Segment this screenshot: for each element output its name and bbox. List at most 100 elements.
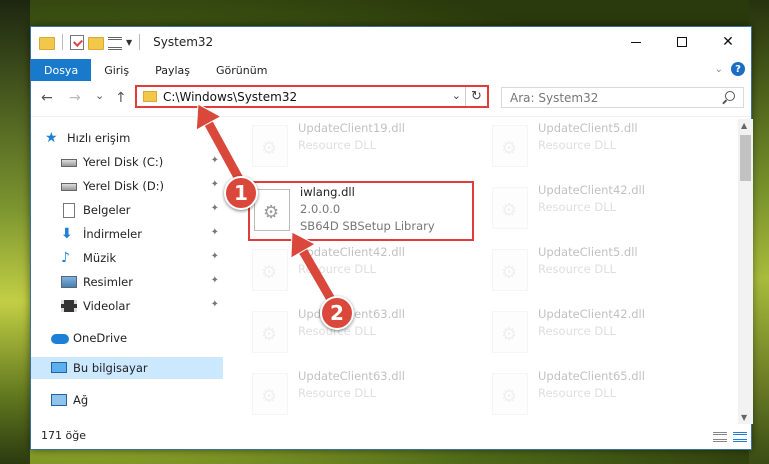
title-bar: ▼ System32 ✕ (31, 27, 751, 59)
sidebar-item-quick-access[interactable]: ★ Hızlı erişim (31, 127, 223, 149)
dll-file-icon (492, 125, 528, 167)
sidebar-item-label: Müzik (83, 251, 117, 265)
file-tile[interactable]: UpdateClient63.dll Resource DLL (248, 305, 476, 363)
tab-dosya[interactable]: Dosya (31, 59, 92, 81)
pictures-icon (61, 275, 77, 289)
toolbar-separator (139, 34, 141, 50)
customize-toolbar-chevron-icon[interactable]: ▼ (126, 38, 132, 47)
maximize-button[interactable] (659, 27, 705, 57)
tab-giris[interactable]: Giriş (91, 59, 142, 81)
forward-button[interactable]: → (69, 90, 81, 106)
file-type: Resource DLL (538, 138, 617, 152)
search-icon[interactable] (725, 91, 735, 101)
file-type: Resource DLL (298, 386, 377, 400)
file-name: iwlang.dll (300, 185, 355, 199)
refresh-icon: ↻ (471, 89, 482, 104)
dll-file-icon (252, 125, 288, 167)
pin-icon: ✦ (210, 227, 219, 238)
toolbar-separator (62, 34, 63, 50)
sidebar-item-label: Yerel Disk (C:) (83, 155, 164, 169)
ribbon-right-controls: ⌄ ? (715, 62, 745, 76)
pin-icon: ✦ (210, 299, 219, 310)
file-description: SB64D SBSetup Library (300, 219, 435, 233)
file-type: Resource DLL (298, 262, 377, 276)
sidebar-item-label: Ağ (73, 393, 89, 407)
file-type: Resource DLL (538, 386, 617, 400)
file-tile-highlighted[interactable]: iwlang.dll 2.0.0.0 SB64D SBSetup Library (248, 181, 474, 241)
sidebar-item-label: OneDrive (73, 331, 128, 345)
address-dropdown-chevron-icon[interactable]: ⌄ (452, 89, 461, 102)
file-type: Resource DLL (538, 262, 617, 276)
sidebar-item-pictures[interactable]: Resimler ✦ (31, 271, 223, 293)
document-icon (61, 203, 77, 218)
view-icon[interactable] (108, 36, 122, 50)
sidebar-item-network[interactable]: Ağ (31, 389, 223, 411)
sidebar-item-label: İndirmeler (83, 227, 142, 241)
sidebar-item-local-disk-c[interactable]: Yerel Disk (C:) ✦ (31, 151, 223, 173)
drive-icon (61, 155, 77, 169)
sidebar-item-local-disk-d[interactable]: Yerel Disk (D:) ✦ (31, 175, 223, 197)
file-tile[interactable]: UpdateClient5.dll Resource DLL (488, 243, 716, 301)
back-button[interactable]: ← (41, 90, 53, 106)
address-bar[interactable]: C:\Windows\System32 ⌄ ↻ (135, 85, 489, 108)
dll-file-icon (254, 189, 290, 231)
recent-locations-chevron-icon[interactable]: ⌄ (95, 89, 104, 102)
file-tile[interactable]: UpdateClient42.dll Resource DLL (488, 181, 716, 239)
pin-icon: ✦ (210, 275, 219, 286)
tab-paylas[interactable]: Paylaş (142, 59, 203, 81)
desktop-wallpaper-left (0, 0, 30, 464)
file-name: UpdateClient5.dll (538, 245, 638, 259)
video-icon (61, 299, 77, 313)
file-name: UpdateClient63.dll (298, 369, 405, 383)
refresh-button[interactable]: ↻ (465, 87, 487, 106)
pin-icon: ✦ (210, 155, 219, 166)
minimize-button[interactable] (613, 27, 659, 57)
sidebar-item-label: Yerel Disk (D:) (83, 179, 165, 193)
sidebar-item-music[interactable]: ♪ Müzik ✦ (31, 247, 223, 269)
file-version: 2.0.0.0 (300, 202, 341, 216)
tab-gorunum[interactable]: Görünüm (203, 59, 280, 81)
folder-icon (143, 91, 157, 102)
maximize-icon (677, 37, 687, 47)
file-tile[interactable]: UpdateClient5.dll Resource DLL (488, 119, 716, 177)
sidebar-item-this-pc[interactable]: Bu bilgisayar (31, 357, 223, 379)
file-name: UpdateClient42.dll (298, 245, 405, 259)
search-box[interactable] (501, 87, 744, 108)
tiles-view-icon[interactable] (733, 432, 747, 442)
file-tile[interactable]: UpdateClient19.dll Resource DLL (248, 119, 476, 177)
scroll-down-icon[interactable]: ▼ (741, 413, 747, 422)
help-icon[interactable]: ? (731, 62, 745, 76)
file-tile[interactable]: UpdateClient42.dll Resource DLL (248, 243, 476, 301)
expand-ribbon-chevron-icon[interactable]: ⌄ (715, 64, 723, 75)
search-input[interactable] (502, 88, 702, 107)
file-name: UpdateClient19.dll (298, 121, 405, 135)
scrollbar-thumb[interactable] (740, 135, 751, 181)
star-icon: ★ (45, 130, 58, 146)
details-view-icon[interactable] (713, 432, 727, 442)
scroll-up-icon[interactable]: ▲ (741, 121, 747, 130)
vertical-scrollbar[interactable]: ▲ ▼ (738, 119, 753, 424)
window-controls: ✕ (613, 27, 751, 57)
sidebar-item-label: Videolar (83, 299, 131, 313)
properties-icon[interactable] (70, 34, 84, 50)
file-type: Resource DLL (538, 200, 617, 214)
sidebar-item-videos[interactable]: Videolar ✦ (31, 295, 223, 317)
up-button[interactable]: ↑ (115, 90, 127, 106)
quick-access-toolbar: ▼ System32 (39, 34, 213, 50)
sidebar-item-downloads[interactable]: ⬇ İndirmeler ✦ (31, 223, 223, 245)
dll-file-icon (492, 249, 528, 291)
file-tile[interactable]: UpdateClient65.dll Resource DLL (488, 367, 716, 424)
dll-file-icon (492, 311, 528, 353)
sidebar-item-onedrive[interactable]: OneDrive (31, 327, 223, 349)
close-button[interactable]: ✕ (705, 27, 751, 57)
file-tile[interactable]: UpdateClient42.dll Resource DLL (488, 305, 716, 363)
step-2-badge: 2 (320, 296, 354, 330)
file-type: Resource DLL (298, 138, 377, 152)
address-path[interactable]: C:\Windows\System32 (163, 90, 297, 104)
sidebar-item-documents[interactable]: Belgeler ✦ (31, 199, 223, 221)
dll-file-icon (252, 249, 288, 291)
navigation-pane: ★ Hızlı erişim Yerel Disk (C:) ✦ Yerel D… (31, 119, 223, 424)
file-tile[interactable]: UpdateClient63.dll Resource DLL (248, 367, 476, 424)
new-folder-icon[interactable] (88, 36, 104, 50)
status-bar: 171 öğe (31, 424, 751, 449)
